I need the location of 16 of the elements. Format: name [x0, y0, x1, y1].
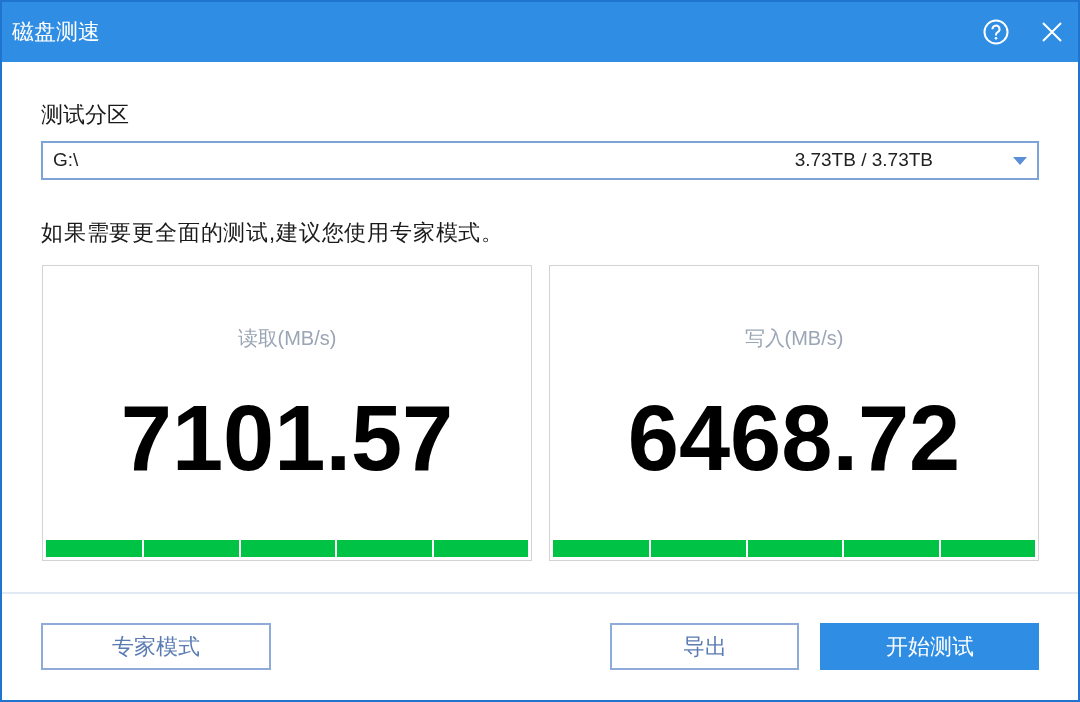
start-test-button[interactable]: 开始测试 [820, 623, 1039, 670]
close-icon[interactable] [1042, 22, 1062, 42]
partition-label: 测试分区 [41, 103, 129, 127]
result-label: 写入(MB/s) [744, 326, 844, 350]
hint-text: 如果需要更全面的测试,建议您使用专家模式。 [41, 221, 504, 245]
help-icon[interactable] [983, 19, 1009, 45]
partition-value: G:\ [53, 148, 79, 173]
expert-mode-button[interactable]: 专家模式 [41, 623, 271, 670]
partition-dropdown[interactable]: G:\ 3.73TB / 3.73TB [41, 141, 1039, 180]
partition-capacity: 3.73TB / 3.73TB [794, 148, 933, 173]
caret-icon [1013, 156, 1027, 165]
result-value: 6468.72 [627, 392, 961, 484]
window-title: 磁盘测速 [12, 21, 100, 43]
result-label: 读取(MB/s) [237, 326, 337, 350]
export-button[interactable]: 导出 [610, 623, 799, 670]
result-value: 7101.57 [120, 392, 454, 484]
